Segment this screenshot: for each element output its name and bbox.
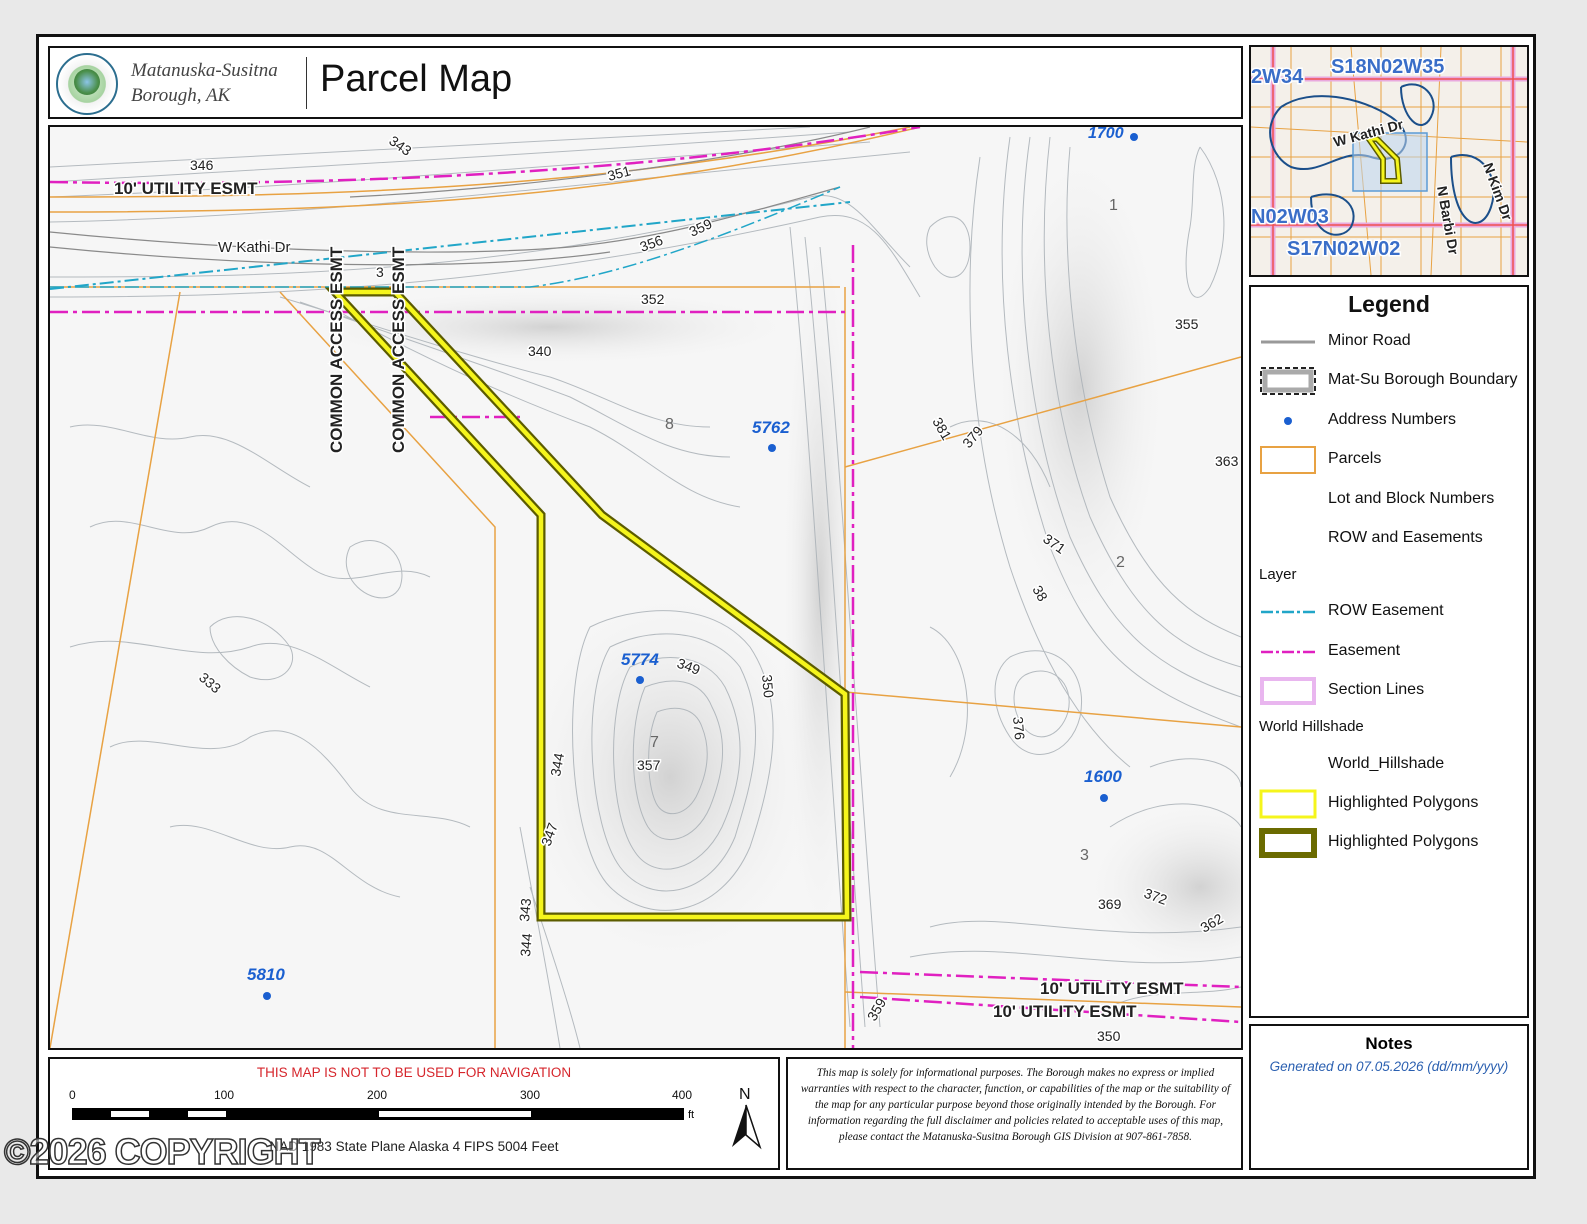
easement-label: 10' UTILITY ESMT	[993, 1002, 1137, 1021]
scale-tick: 100	[214, 1088, 235, 1102]
parcel-symbol	[1260, 446, 1316, 474]
navigation-warning: THIS MAP IS NOT TO BE USED FOR NAVIGATIO…	[256, 1065, 572, 1080]
lot-number: 7	[650, 734, 659, 751]
lot-number: 2	[1116, 554, 1125, 571]
overview-map[interactable]: S18N02W35 2W34 N02W03 S17N02W02 W Kathi …	[1249, 45, 1529, 277]
address-label: 5762	[752, 418, 790, 437]
access-easement-label: COMMON ACCESS ESMT	[327, 246, 346, 453]
scale-tick: 200	[367, 1088, 388, 1102]
north-arrow-icon: N	[732, 1086, 762, 1150]
highlight-yellow-symbol	[1259, 789, 1317, 819]
borough-boundary-symbol	[1260, 367, 1316, 395]
lot-number: 1	[1109, 197, 1118, 214]
overview-section-label: N02W03	[1251, 206, 1329, 228]
address-label: 5810	[247, 965, 285, 984]
svg-text:N: N	[739, 1086, 751, 1103]
contour-label: 369	[1098, 896, 1122, 912]
legend-title: Legend	[1348, 291, 1430, 317]
highlight-olive-symbol	[1259, 828, 1317, 858]
hillshade-ridge	[990, 137, 1170, 637]
header-divider	[306, 57, 307, 109]
row-easement-symbol	[1261, 610, 1315, 614]
contour-label: 355	[1175, 316, 1199, 332]
legend-item-easement: Easement	[1259, 637, 1527, 667]
main-map[interactable]: 1700 5762 5774 1600 5810 1 2 3 7 8 10' U…	[48, 125, 1243, 1050]
contour-label: 357	[637, 757, 661, 773]
notes-panel: Notes Generated on 07.05.2026 (dd/mm/yyy…	[1249, 1024, 1529, 1170]
header-panel: Matanuska-Susitna Borough, AK Parcel Map	[48, 46, 1243, 119]
contour-label: 376	[1010, 716, 1028, 741]
contour-label: 344	[517, 932, 535, 957]
legend-item-parcels: Parcels	[1259, 445, 1527, 475]
contour-label: 350	[759, 674, 777, 699]
access-easement-label: COMMON ACCESS ESMT	[389, 246, 408, 453]
contour-label: 350	[1097, 1028, 1121, 1044]
disclaimer-panel: This map is solely for informational pur…	[786, 1057, 1243, 1170]
legend-sublabel-hillshade: World Hillshade	[1259, 718, 1364, 735]
scale-tick: 0	[69, 1088, 76, 1102]
scale-bar	[72, 1108, 684, 1120]
contour-label: 352	[641, 291, 665, 307]
notes-title: Notes	[1365, 1034, 1413, 1053]
contour-label: 3	[376, 264, 384, 280]
easement-label: 10' UTILITY ESMT	[1040, 979, 1184, 998]
organization-name: Matanuska-Susitna Borough, AK	[131, 60, 278, 106]
legend-item-section-lines: Section Lines	[1259, 676, 1527, 706]
legend-item-row-easement: ROW Easement	[1259, 597, 1527, 627]
legend-panel: Legend Minor Road Mat-Su Borough Boundar…	[1249, 285, 1529, 1018]
scale-tick: 400	[672, 1088, 693, 1102]
contour-label: 363	[1215, 453, 1239, 469]
address-dot-symbol	[1284, 417, 1292, 425]
overview-section-label: S18N02W35	[1331, 56, 1444, 78]
section-lines-symbol	[1260, 677, 1316, 705]
address-label: 5774	[621, 650, 659, 669]
easement-symbol	[1261, 650, 1315, 654]
generated-date: Generated on 07.05.2026 (dd/mm/yyyy)	[1269, 1059, 1509, 1074]
contour-label: 343	[516, 897, 534, 922]
address-label: 1700	[1088, 127, 1124, 142]
legend-item-highlight-olive: Highlighted Polygons	[1259, 828, 1527, 858]
legend-item-lot-block: Lot and Block Numbers	[1328, 490, 1495, 507]
overview-section-label: 2W34	[1251, 66, 1304, 88]
road-label: W Kathi Dr	[218, 239, 291, 256]
borough-seal-logo	[56, 53, 118, 115]
legend-sublabel-layer: Layer	[1259, 566, 1297, 583]
page-title: Parcel Map	[320, 58, 513, 100]
contour-label: 346	[190, 157, 214, 173]
scale-unit: ft	[688, 1109, 695, 1121]
map-sheet: Matanuska-Susitna Borough, AK Parcel Map	[36, 34, 1536, 1179]
legend-item-address-numbers: Address Numbers	[1259, 406, 1527, 436]
minor-road-symbol	[1261, 340, 1315, 344]
scale-tick: 300	[520, 1088, 541, 1102]
legend-item-world-hillshade: World_Hillshade	[1328, 755, 1445, 772]
legend-item-borough-boundary: Mat-Su Borough Boundary	[1259, 366, 1527, 396]
legend-item-minor-road: Minor Road	[1259, 327, 1527, 357]
lot-number: 3	[1080, 847, 1089, 864]
legend-item-highlight-yellow: Highlighted Polygons	[1259, 789, 1527, 819]
legend-item-row-easements: ROW and Easements	[1328, 529, 1483, 546]
easement-label: 10' UTILITY ESMT	[114, 179, 258, 198]
lot-number: 8	[665, 416, 674, 433]
address-label: 1600	[1084, 767, 1122, 786]
copyright-watermark: ©2026 COPYRIGHT	[3, 1130, 321, 1173]
disclaimer-text: This map is solely for informational pur…	[800, 1067, 1231, 1143]
contour-label: 340	[528, 343, 552, 359]
overview-section-label: S17N02W02	[1287, 238, 1400, 260]
